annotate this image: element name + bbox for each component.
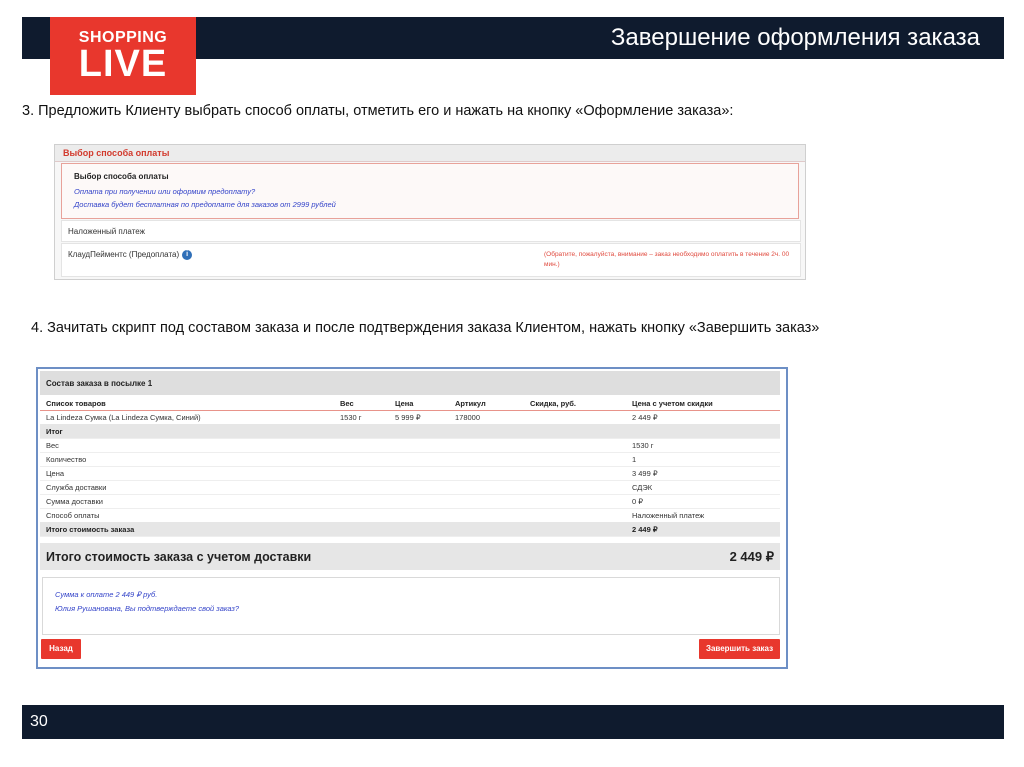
payment-section-title: Выбор способа оплаты [74, 172, 169, 181]
payment-panel-header: Выбор способа оплаты [55, 145, 805, 162]
summary-title: Итог [46, 427, 63, 436]
summary-value: 0 ₽ [632, 497, 644, 506]
summary-label: Служба доставки [46, 483, 107, 492]
column-header-article: Артикул [455, 399, 486, 408]
payment-script-note-1: Оплата при получении или оформим предопл… [74, 187, 256, 196]
payment-script-note-2: Доставка будет бесплатная по предоплате … [74, 200, 336, 209]
info-icon[interactable]: i [182, 250, 193, 260]
slide-title: Завершение оформления заказа [610, 24, 980, 51]
order-title-bar: Состав заказа в посылке 1 [40, 371, 780, 395]
summary-title-row: Итог [40, 424, 780, 439]
order-table-header: Список товаров Вес Цена Артикул Скидка, … [40, 396, 780, 411]
confirmation-script-box: Сумма к оплате 2 449 ₽ руб. Юлия Рушанов… [42, 577, 780, 635]
step-3-text: 3. Предложить Клиенту выбрать способ опл… [22, 103, 734, 119]
page-number: 30 [30, 713, 48, 730]
payment-option-cod[interactable]: Наложенный платеж [61, 220, 801, 242]
summary-value: 1 [632, 455, 637, 464]
column-header-discount-price: Цена с учетом скидки [632, 399, 713, 408]
confirmation-amount-text: Сумма к оплате 2 449 ₽ руб. [55, 590, 158, 599]
summary-value: СДЭК [632, 483, 653, 492]
step-4-text: 4. Зачитать скрипт под составом заказа и… [31, 320, 820, 336]
column-header-weight: Вес [340, 399, 354, 408]
item-discount-price: 2 449 ₽ [632, 413, 658, 422]
shopping-live-logo: SHOPPING LIVE [50, 17, 196, 95]
order-total-value: 2 449 ₽ [632, 525, 658, 534]
grand-total-label: Итого стоимость заказа с учетом доставки [46, 550, 312, 564]
item-weight: 1530 г [340, 413, 362, 422]
summary-label: Способ оплаты [46, 511, 100, 520]
payment-option-cloudpayments[interactable]: КлаудПейментс (Предоплата) i (Обратите, п… [61, 243, 801, 277]
table-row: Вес 1530 г [40, 438, 780, 453]
grand-total-bar: Итого стоимость заказа с учетом доставки… [40, 543, 780, 570]
payment-selection-box: Выбор способа оплаты Оплата при получени… [61, 163, 799, 219]
summary-value: 1530 г [632, 441, 654, 450]
order-total-label: Итого стоимость заказа [46, 525, 135, 534]
table-row: Способ оплаты Наложенный платеж [40, 508, 780, 523]
payment-option-cod-label: Наложенный платеж [68, 227, 145, 236]
summary-label: Цена [46, 469, 65, 478]
footer-bar: 30 [22, 705, 1004, 739]
table-row: La Lindeza Сумка (La Lindeza Сумка, Сини… [40, 410, 780, 425]
column-header-products: Список товаров [46, 399, 106, 408]
column-header-price: Цена [395, 399, 414, 408]
item-price: 5 999 ₽ [395, 413, 421, 422]
grand-total-value: 2 449 ₽ [729, 549, 774, 564]
column-header-discount: Скидка, руб. [530, 399, 577, 408]
payment-option-cloudpayments-label: КлаудПейментс (Предоплата) i [68, 250, 193, 260]
order-summary-panel: Состав заказа в посылке 1 Список товаров… [36, 367, 788, 669]
summary-value: Наложенный платеж [632, 511, 705, 520]
table-row: Цена 3 499 ₽ [40, 466, 780, 481]
summary-label: Вес [46, 441, 59, 450]
table-row: Сумма доставки 0 ₽ [40, 494, 780, 509]
order-title: Состав заказа в посылке 1 [46, 379, 153, 388]
summary-label: Количество [46, 455, 87, 464]
back-button[interactable]: Назад [41, 639, 81, 659]
finish-order-button[interactable]: Завершить заказ [699, 639, 780, 659]
payment-warning-note: (Обратите, пожалуйста, внимание – заказ … [544, 251, 790, 268]
order-total-row: Итого стоимость заказа 2 449 ₽ [40, 522, 780, 537]
table-row: Количество 1 [40, 452, 780, 467]
payment-option-cloudpayments-text: КлаудПейментс (Предоплата) [68, 250, 180, 260]
confirmation-question-text: Юлия Рушанована, Вы подтверждаете свой з… [55, 604, 240, 613]
item-article: 178000 [455, 413, 481, 422]
item-name: La Lindeza Сумка (La Lindeza Сумка, Сини… [46, 413, 201, 422]
table-row: Служба доставки СДЭК [40, 480, 780, 495]
payment-panel-header-label: Выбор способа оплаты [63, 148, 170, 158]
summary-value: 3 499 ₽ [632, 469, 658, 478]
payment-method-panel: Выбор способа оплаты Выбор способа оплат… [54, 144, 806, 280]
summary-label: Сумма доставки [46, 497, 103, 506]
logo-line-2: LIVE [78, 43, 168, 85]
